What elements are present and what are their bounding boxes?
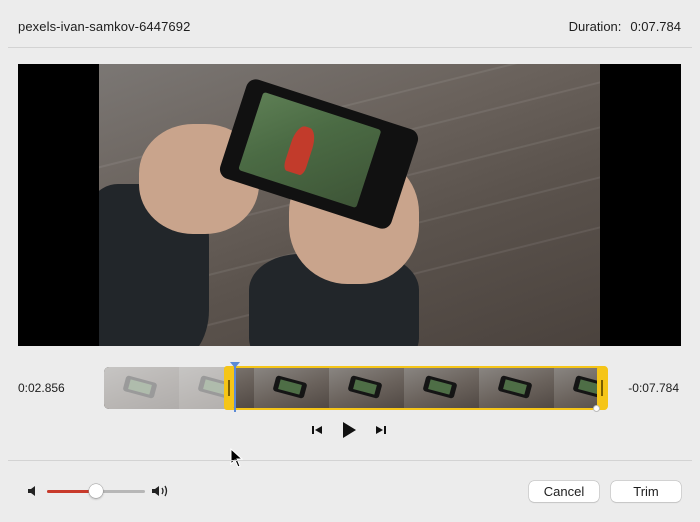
file-title: pexels-ivan-samkov-6447692	[18, 19, 191, 34]
playhead[interactable]	[234, 362, 236, 412]
trimmed-region-overlay	[104, 367, 228, 409]
trim-handle-end[interactable]	[597, 366, 607, 410]
footer-divider	[8, 460, 692, 461]
volume-slider-knob[interactable]	[89, 484, 103, 498]
trim-end-indicator	[593, 405, 600, 412]
playhead-marker[interactable]	[230, 362, 240, 368]
trim-handle-start[interactable]	[224, 366, 234, 410]
duration-value: 0:07.784	[630, 19, 681, 34]
volume-slider[interactable]	[47, 484, 145, 498]
play-icon	[343, 422, 356, 438]
trim-selection	[224, 366, 608, 410]
play-button[interactable]	[338, 419, 360, 441]
duration-label: Duration:	[568, 19, 622, 34]
mouse-cursor-icon	[230, 448, 244, 468]
window-header: pexels-ivan-samkov-6447692 Duration: 0:07…	[0, 0, 700, 48]
header-divider	[8, 47, 692, 48]
video-preview[interactable]	[18, 64, 681, 346]
step-forward-icon	[376, 426, 386, 434]
figure-in-red	[282, 123, 319, 177]
phone-screen	[238, 91, 382, 209]
remaining-time: -0:07.784	[628, 381, 679, 395]
speaker-low-icon	[28, 486, 35, 496]
video-frame	[99, 64, 600, 346]
duration-readout: Duration: 0:07.784	[569, 19, 681, 34]
step-backward-button[interactable]	[309, 421, 325, 439]
step-backward-icon	[312, 426, 322, 434]
speaker-high-icon	[152, 485, 168, 497]
cancel-button[interactable]: Cancel	[529, 481, 599, 502]
trim-button[interactable]: Trim	[611, 481, 681, 502]
step-forward-button[interactable]	[373, 421, 389, 439]
trim-start-time: 0:02.856	[18, 381, 65, 395]
